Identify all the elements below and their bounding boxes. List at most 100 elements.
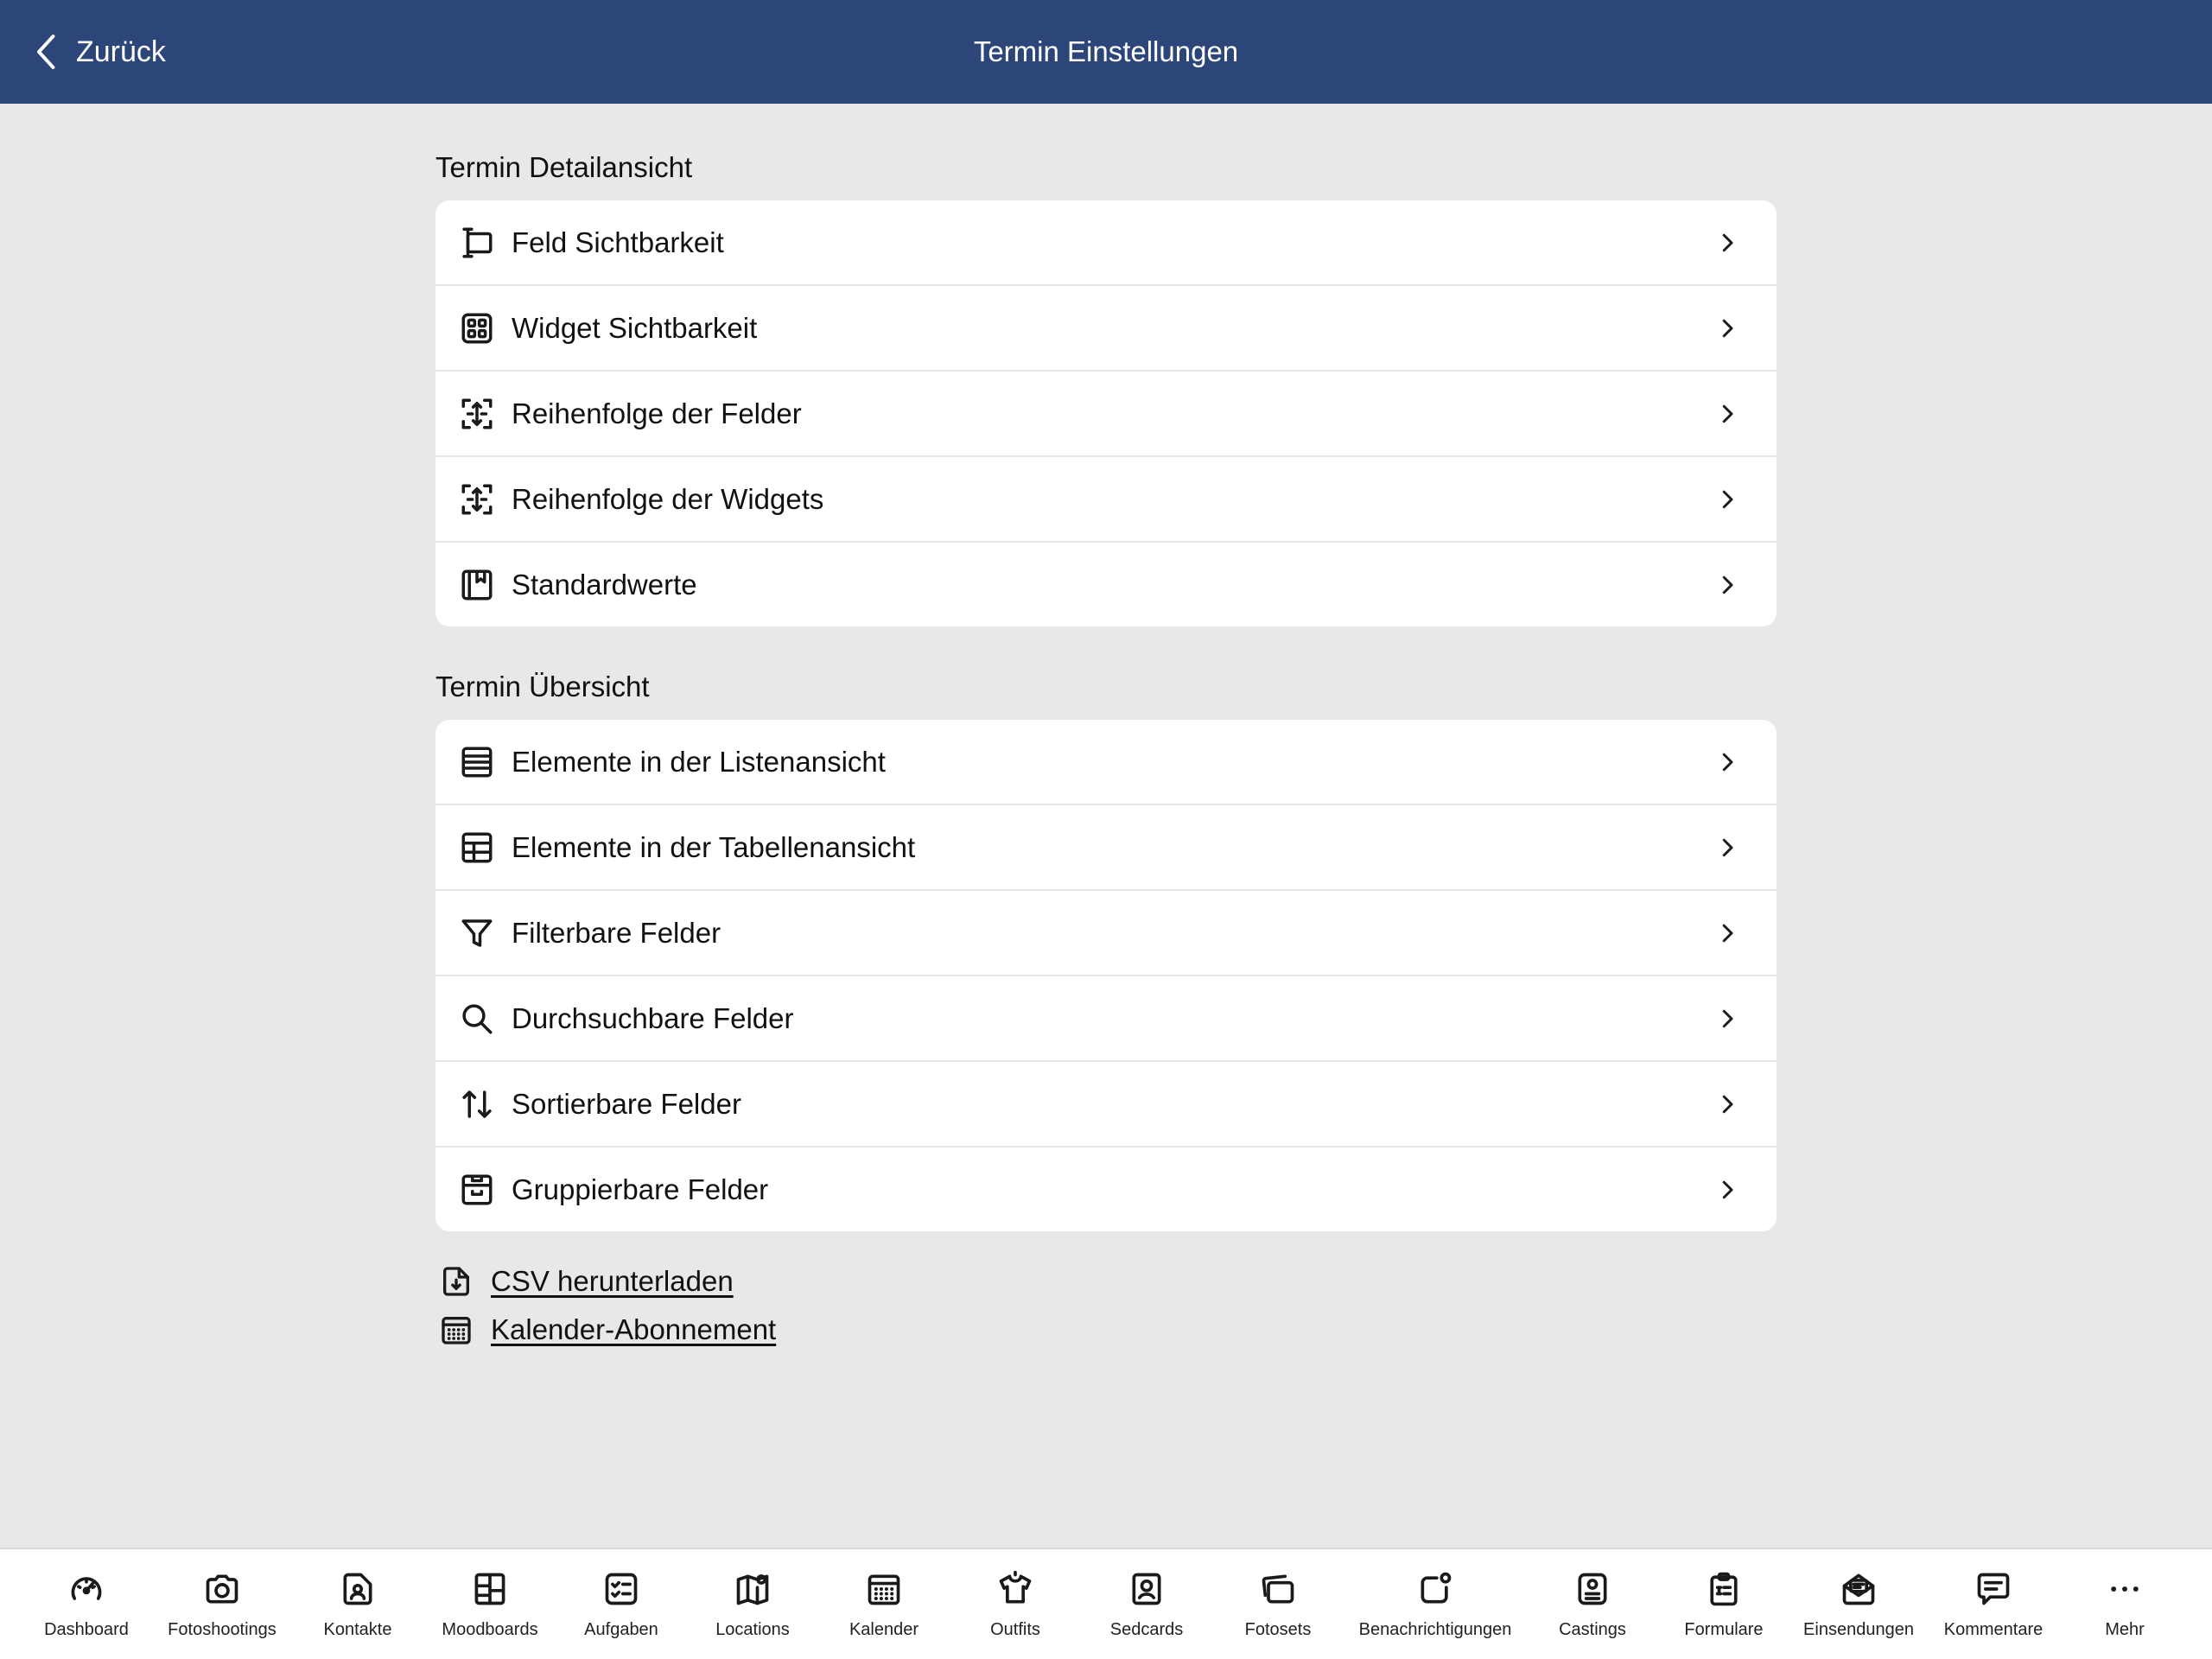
bookmark-folder-icon [458, 566, 496, 604]
tab-castings[interactable]: Castings [1519, 1568, 1666, 1655]
link-label: Kalender-Abonnement [491, 1313, 777, 1345]
chevron-right-icon [1722, 575, 1733, 594]
tab-label: Moodboards [442, 1620, 538, 1639]
tab-label: Kommentare [1943, 1620, 2044, 1639]
calendar-subscription-link[interactable]: Kalender-Abonnement [435, 1306, 1777, 1354]
tab-label: Fotosets [1244, 1620, 1312, 1639]
sort-icon [458, 1085, 496, 1123]
row-label: Feld Sichtbarkeit [512, 226, 724, 258]
settings-card-detailansicht: Feld Sichtbarkeit Widget Sichtbarkeit Re… [435, 200, 1777, 626]
tab-kontakte[interactable]: Kontakte [284, 1568, 431, 1655]
back-label: Zurück [76, 35, 166, 68]
section-title-uebersicht: Termin Übersicht [435, 671, 650, 702]
tab-kalender[interactable]: Kalender [810, 1568, 957, 1655]
filter-icon [458, 914, 496, 952]
row-label: Elemente in der Listenansicht [512, 745, 886, 778]
chevron-right-icon [1722, 924, 1733, 942]
calendar-icon [863, 1568, 905, 1610]
chevron-right-icon [1722, 753, 1733, 771]
chevron-right-icon [1722, 233, 1733, 251]
row-label: Reihenfolge der Felder [512, 397, 802, 429]
tab-label: Sedcards [1109, 1620, 1184, 1639]
chevron-right-icon [1722, 1009, 1733, 1027]
tab-locations[interactable]: Locations [679, 1568, 826, 1655]
contact-icon [337, 1568, 378, 1610]
tab-bar: Dashboard Fotoshootings Kontakte Moodboa… [0, 1548, 2212, 1659]
tab-moodboards[interactable]: Moodboards [416, 1568, 563, 1655]
navigation-bar: Zurück Termin Einstellungen [0, 0, 2212, 104]
tab-label: Mehr [2105, 1620, 2145, 1639]
page-title: Termin Einstellungen [973, 35, 1239, 67]
table-icon [458, 829, 496, 867]
group-box-icon [458, 1171, 496, 1209]
list-icon [458, 743, 496, 781]
tab-label: Einsendungen [1803, 1620, 1914, 1639]
tab-label: Castings [1559, 1620, 1626, 1639]
tab-formulare[interactable]: Formulare [1650, 1568, 1797, 1655]
tab-mehr[interactable]: Mehr [2051, 1568, 2198, 1655]
tab-label: Benachrichtigungen [1358, 1620, 1512, 1639]
shirt-icon [995, 1568, 1036, 1610]
tab-label: Kontakte [323, 1620, 392, 1639]
row-reihenfolge-widgets[interactable]: Reihenfolge der Widgets [435, 457, 1777, 543]
chevron-right-icon [1722, 404, 1733, 423]
row-gruppierbare-felder[interactable]: Gruppierbare Felder [435, 1147, 1777, 1231]
tab-kommentare[interactable]: Kommentare [1920, 1568, 2067, 1655]
tab-label: Aufgaben [584, 1620, 658, 1639]
map-icon [732, 1568, 773, 1610]
chevron-right-icon [1722, 319, 1733, 337]
moodboard-icon [469, 1568, 511, 1610]
row-listenansicht[interactable]: Elemente in der Listenansicht [435, 720, 1777, 805]
tab-sedcards[interactable]: Sedcards [1073, 1568, 1220, 1655]
clipboard-icon [1703, 1568, 1745, 1610]
tab-einsendungen[interactable]: Einsendungen [1785, 1568, 1932, 1655]
tab-aufgaben[interactable]: Aufgaben [548, 1568, 695, 1655]
chevron-right-icon [1722, 490, 1733, 508]
casting-icon [1572, 1568, 1613, 1610]
chevron-left-icon [37, 35, 55, 69]
csv-download-link[interactable]: CSV herunterladen [435, 1257, 1777, 1306]
row-feld-sichtbarkeit[interactable]: Feld Sichtbarkeit [435, 200, 1777, 286]
search-icon [458, 1000, 496, 1038]
tab-outfits[interactable]: Outfits [942, 1568, 1089, 1655]
row-widget-sichtbarkeit[interactable]: Widget Sichtbarkeit [435, 286, 1777, 372]
tab-label: Dashboard [44, 1620, 129, 1639]
settings-content: Termin Detailansicht Feld Sichtbarkeit W… [435, 104, 1777, 1354]
tab-fotosets[interactable]: Fotosets [1205, 1568, 1351, 1655]
reorder-icon [458, 480, 496, 518]
comment-icon [1973, 1568, 2014, 1610]
widgets-icon [458, 309, 496, 347]
tab-label: Outfits [990, 1620, 1040, 1639]
text-field-icon [458, 224, 496, 262]
row-standardwerte[interactable]: Standardwerte [435, 543, 1777, 626]
row-tabellenansicht[interactable]: Elemente in der Tabellenansicht [435, 805, 1777, 891]
row-label: Standardwerte [512, 568, 697, 601]
row-label: Gruppierbare Felder [512, 1173, 769, 1205]
back-button[interactable]: Zurück [31, 26, 166, 78]
row-reihenfolge-felder[interactable]: Reihenfolge der Felder [435, 372, 1777, 457]
row-label: Widget Sichtbarkeit [512, 311, 758, 344]
row-label: Elemente in der Tabellenansicht [512, 830, 916, 863]
row-label: Sortierbare Felder [512, 1087, 741, 1120]
link-label: CSV herunterladen [491, 1265, 734, 1297]
tab-benachrichtigungen[interactable]: Benachrichtigungen [1358, 1568, 1512, 1655]
row-durchsuchbare-felder[interactable]: Durchsuchbare Felder [435, 976, 1777, 1062]
row-filterbare-felder[interactable]: Filterbare Felder [435, 891, 1777, 976]
row-label: Filterbare Felder [512, 916, 721, 949]
tasks-icon [601, 1568, 642, 1610]
tab-label: Formulare [1684, 1620, 1764, 1639]
action-links: CSV herunterladen Kalender-Abonnement [435, 1257, 1777, 1354]
notification-icon [1414, 1568, 1456, 1610]
row-label: Reihenfolge der Widgets [512, 482, 824, 515]
photo-stack-icon [1257, 1568, 1299, 1610]
chevron-right-icon [1722, 1180, 1733, 1198]
camera-icon [201, 1568, 243, 1610]
gauge-icon [66, 1568, 107, 1610]
tab-fotoshootings[interactable]: Fotoshootings [149, 1568, 296, 1655]
more-icon [2104, 1568, 2145, 1610]
tab-dashboard[interactable]: Dashboard [13, 1568, 160, 1655]
row-sortierbare-felder[interactable]: Sortierbare Felder [435, 1062, 1777, 1147]
sedcard-icon [1126, 1568, 1167, 1610]
settings-card-uebersicht: Elemente in der Listenansicht Elemente i… [435, 720, 1777, 1231]
tab-label: Locations [715, 1620, 790, 1639]
